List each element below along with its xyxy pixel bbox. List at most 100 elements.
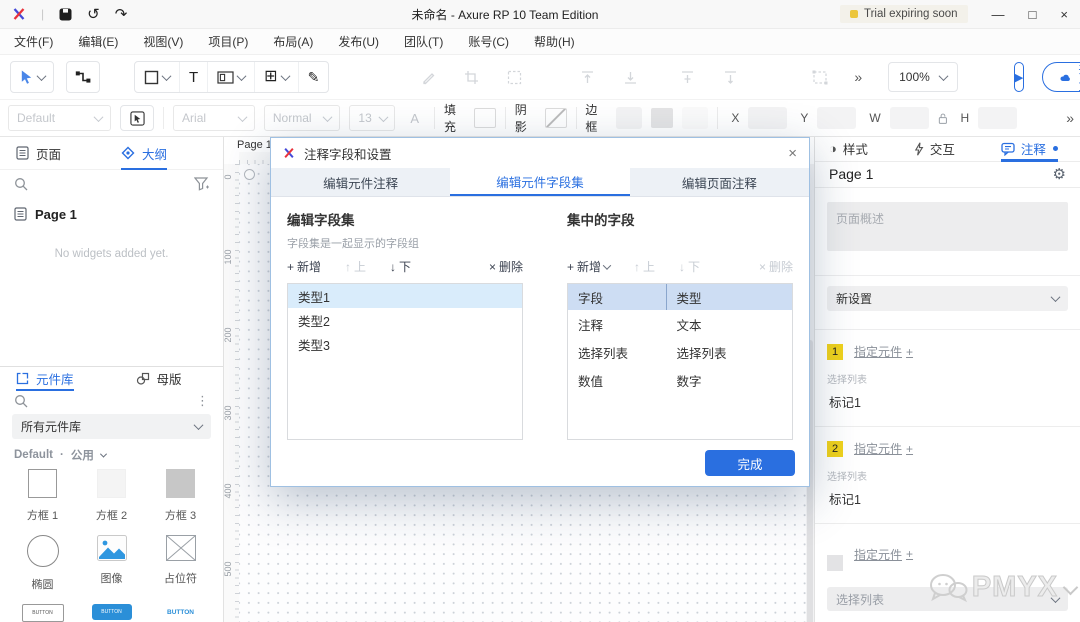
fill-swatch[interactable] <box>474 108 496 128</box>
tab-pages[interactable]: 页面 <box>16 137 61 169</box>
add-field-button[interactable]: + 新增 <box>567 258 610 275</box>
field-set-item[interactable]: 类型2 <box>288 308 522 332</box>
menu-project[interactable]: 项目(P) <box>208 33 248 50</box>
page-overview-textarea[interactable]: 页面概述 <box>827 202 1068 251</box>
notes-list: 1 指定元件 + 选择列表 标记1 2 指定元件 + <box>815 329 1080 622</box>
menu-edit[interactable]: 编辑(E) <box>78 33 118 50</box>
field-set-item[interactable]: 类型3 <box>288 332 522 356</box>
tab-style[interactable]: ◑ 样式 <box>829 137 868 161</box>
plus-icon: + <box>906 442 913 456</box>
field-row[interactable]: 注释 文本 <box>568 310 792 338</box>
field-set-item[interactable]: 类型1 <box>288 284 522 308</box>
select-tool-button[interactable] <box>10 61 54 93</box>
plus-icon: + <box>567 260 574 274</box>
menu-help[interactable]: 帮助(H) <box>534 33 575 50</box>
pointer-box-icon <box>130 111 145 126</box>
widget-button-default[interactable]: BUTTON <box>8 604 77 622</box>
zoom-select[interactable]: 100% <box>888 62 958 92</box>
field-row[interactable]: 数值 数字 <box>568 366 792 394</box>
note-item: 指定元件 + 选择列表 <box>815 523 1080 622</box>
trial-badge[interactable]: Trial expiring soon <box>840 5 968 23</box>
search-icon[interactable] <box>14 177 28 191</box>
marquee-select-icon <box>507 70 522 85</box>
table-tool[interactable]: ⊞ <box>255 62 298 92</box>
save-icon[interactable] <box>59 8 72 21</box>
tab-widget-library[interactable]: 元件库 <box>16 367 74 390</box>
assign-widget-link[interactable]: 指定元件 + <box>854 440 913 457</box>
gear-icon[interactable]: ⚙ <box>1053 167 1066 182</box>
undo-icon[interactable]: ↺ <box>87 7 100 22</box>
redo-icon[interactable]: ↷ <box>115 7 128 22</box>
connector-tool-button[interactable] <box>66 61 100 93</box>
lock-aspect-icon[interactable] <box>938 112 948 125</box>
assign-widget-link[interactable]: 指定元件 + <box>854 546 913 563</box>
tab-edit-page-notes[interactable]: 编辑页面注释 <box>630 168 809 196</box>
filter-icon[interactable] <box>194 177 209 191</box>
style-preset-select[interactable]: Default <box>8 105 111 131</box>
kebab-menu-icon[interactable]: ⋮ <box>196 393 209 409</box>
x-field[interactable] <box>748 107 787 129</box>
h-field[interactable] <box>978 107 1017 129</box>
rectangle-tool[interactable] <box>135 62 180 92</box>
widget-button-link[interactable]: BUTTON <box>146 604 215 622</box>
menu-arrange[interactable]: 布局(A) <box>273 33 313 50</box>
move-down-button[interactable]: ↓ 下 <box>390 258 411 275</box>
tab-edit-widget-field-sets[interactable]: 编辑元件字段集 <box>450 168 629 196</box>
menu-team[interactable]: 团队(T) <box>404 33 443 50</box>
delete-field-set-button[interactable]: × 删除 <box>489 258 523 275</box>
minimize-button[interactable]: — <box>992 8 1005 21</box>
chevron-down-icon <box>378 112 388 122</box>
tab-masters[interactable]: 母版 <box>136 367 182 390</box>
menu-view[interactable]: 视图(V) <box>143 33 183 50</box>
y-field[interactable] <box>817 107 856 129</box>
maximize-button[interactable]: □ <box>1029 8 1037 21</box>
font-family-select[interactable]: Arial <box>173 105 255 131</box>
add-field-set-button[interactable]: + 新增 <box>287 258 321 275</box>
preview-button[interactable]: ▶ <box>1014 62 1024 92</box>
assign-widget-link[interactable]: 指定元件 + <box>854 343 913 360</box>
dialog-close-icon[interactable]: × <box>788 146 797 161</box>
tab-notes[interactable]: 注释 <box>1001 137 1058 161</box>
widget-box1[interactable]: 方框 1 <box>8 469 77 523</box>
widget-button-primary[interactable]: BUTTON <box>77 604 146 622</box>
widget-box3[interactable]: 方框 3 <box>146 469 215 523</box>
font-weight-select[interactable]: Normal <box>264 105 341 131</box>
search-icon[interactable] <box>14 394 28 408</box>
library-group-header[interactable]: Default · 公用 <box>0 443 223 465</box>
widget-box2[interactable]: 方框 2 <box>77 469 146 523</box>
text-tool[interactable]: T <box>180 62 208 92</box>
toolbar-overflow-button[interactable]: » <box>854 69 860 85</box>
border-style-select[interactable] <box>682 107 709 129</box>
tab-outline[interactable]: 大纲 <box>121 137 167 169</box>
menu-file[interactable]: 文件(F) <box>14 33 53 50</box>
axure-logo-icon <box>283 147 295 159</box>
move-field-up-button: ↑ 上 <box>634 258 655 275</box>
border-width-field[interactable] <box>616 107 643 129</box>
menu-account[interactable]: 账号(C) <box>468 33 509 50</box>
shadow-swatch[interactable] <box>545 108 567 128</box>
border-color-swatch[interactable] <box>651 108 673 128</box>
note-field-value[interactable]: 标记1 <box>827 392 1068 411</box>
pen-tool[interactable]: ✎ <box>299 62 329 92</box>
font-size-select[interactable]: 13 <box>349 105 395 131</box>
outline-page-item[interactable]: Page 1 <box>0 198 223 230</box>
widget-placeholder[interactable]: 占位符 <box>146 535 215 592</box>
close-button[interactable]: × <box>1060 8 1068 21</box>
format-overflow-button[interactable]: » <box>1066 110 1072 126</box>
tab-edit-widget-notes[interactable]: 编辑元件注释 <box>271 168 450 196</box>
share-button[interactable]: 共享 <box>1042 62 1080 92</box>
w-field[interactable] <box>890 107 929 129</box>
note-field-select[interactable]: 选择列表 <box>827 587 1068 611</box>
frame-tool[interactable] <box>208 62 255 92</box>
new-setting-select[interactable]: 新设置 <box>827 286 1068 311</box>
menu-publish[interactable]: 发布(U) <box>338 33 379 50</box>
note-field-value[interactable]: 标记1 <box>827 489 1068 508</box>
widget-image[interactable]: 图像 <box>77 535 146 592</box>
select-style-button[interactable] <box>120 105 154 131</box>
done-button[interactable]: 完成 <box>705 450 795 476</box>
widget-ellipse[interactable]: 椭圆 <box>8 535 77 592</box>
library-filter-select[interactable]: 所有元件库 <box>12 414 211 439</box>
fill-label: 填充 <box>444 101 465 135</box>
tab-interactions[interactable]: 交互 <box>914 137 955 161</box>
field-row[interactable]: 选择列表 选择列表 <box>568 338 792 366</box>
